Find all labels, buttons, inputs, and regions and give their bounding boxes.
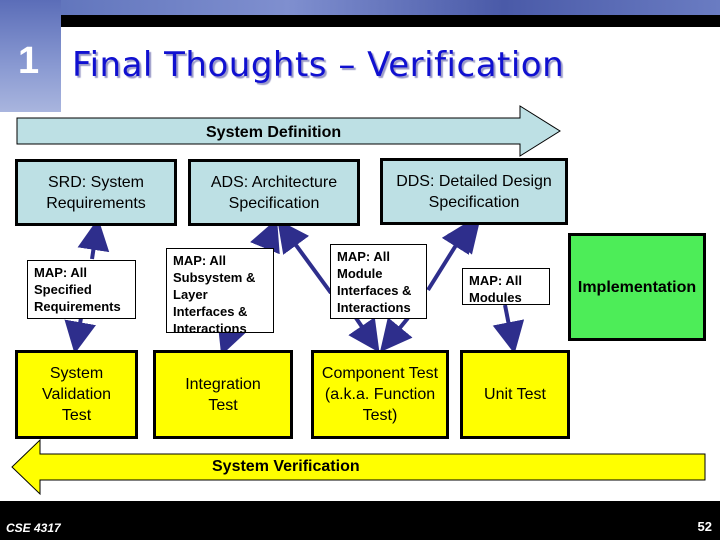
page-number: 52 bbox=[697, 519, 712, 534]
map-subsystems: MAP: All Subsystem & Layer Interfaces & … bbox=[166, 248, 274, 336]
test-box-unit: Unit Test bbox=[460, 350, 570, 439]
test-box-integration: Integration Test bbox=[153, 350, 293, 439]
system-verification-label: System Verification bbox=[212, 458, 360, 475]
spec-label: SRD: System Requirements bbox=[46, 173, 146, 212]
map-module-interfaces: MAP: All Module Interfaces & Interaction… bbox=[330, 244, 427, 319]
map-all-modules: MAP: All Modules bbox=[462, 268, 550, 305]
test-label: Integration Test bbox=[185, 375, 261, 414]
spec-box-dds: DDS: Detailed Design Specification bbox=[380, 158, 568, 225]
connector-dds-allmod bbox=[447, 219, 481, 255]
connector-srd-map bbox=[77, 218, 110, 260]
test-box-system-validation: System Validation Test bbox=[15, 350, 138, 439]
test-label: Component Test (a.k.a. Function Test) bbox=[321, 365, 439, 424]
spec-box-ads: ADS: Architecture Specification bbox=[188, 159, 360, 226]
implementation-label: Implementation bbox=[577, 278, 697, 296]
test-box-component: Component Test (a.k.a. Function Test) bbox=[311, 350, 449, 439]
test-label: System Validation Test bbox=[41, 365, 112, 424]
footer-bar bbox=[0, 501, 720, 540]
spec-label: DDS: Detailed Design Specification bbox=[396, 172, 552, 211]
system-definition-label: System Definition bbox=[206, 124, 342, 141]
connector-ads-modmap bbox=[277, 219, 333, 295]
connector-modmap-comp2 bbox=[379, 316, 413, 353]
connector-map-svt bbox=[64, 317, 96, 354]
implementation-box: Implementation bbox=[568, 233, 706, 341]
spec-box-srd: SRD: System Requirements bbox=[15, 159, 177, 226]
connector-modmap-comp bbox=[348, 316, 380, 353]
connector-ads-map bbox=[250, 218, 280, 255]
test-label: Unit Test bbox=[484, 386, 546, 403]
course-code: CSE 4317 bbox=[6, 521, 61, 535]
connector-allmod-unit bbox=[492, 304, 525, 354]
spec-label: ADS: Architecture Specification bbox=[210, 173, 338, 212]
map-requirements: MAP: All Specified Requirements bbox=[27, 260, 136, 319]
